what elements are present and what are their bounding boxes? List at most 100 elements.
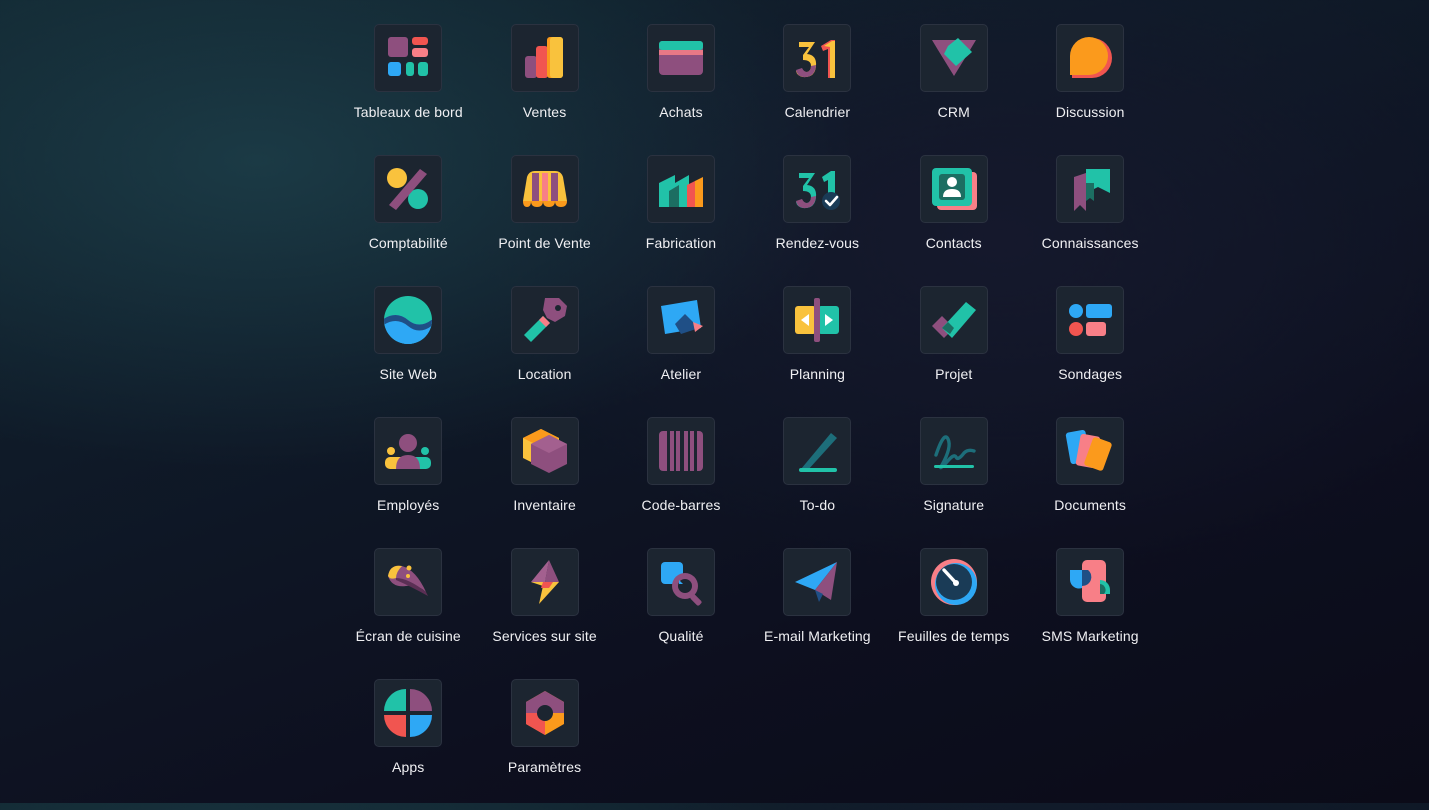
app-label: Fabrication (645, 235, 717, 251)
app-label: Site Web (379, 366, 437, 382)
app-barcode[interactable]: Code-barres (613, 417, 749, 548)
app-grid: Tableaux de bord Ventes Achats Calendrie… (340, 24, 1158, 810)
app-tile (374, 548, 443, 616)
app-workshop[interactable]: Atelier (613, 286, 749, 417)
app-tile (919, 286, 988, 354)
app-tile (1056, 155, 1125, 223)
app-tile (374, 24, 443, 92)
todo-icon (791, 425, 843, 477)
app-kitchen-display[interactable]: Écran de cuisine (340, 548, 476, 679)
settings-icon (519, 687, 571, 739)
app-label: Projet (935, 366, 973, 382)
app-settings[interactable]: Paramètres (476, 679, 612, 810)
app-planning[interactable]: Planning (749, 286, 885, 417)
app-dashboards[interactable]: Tableaux de bord (340, 24, 476, 155)
app-website[interactable]: Site Web (340, 286, 476, 417)
app-label: Tableaux de bord (353, 104, 463, 120)
app-tile (783, 548, 852, 616)
app-label: Achats (659, 104, 703, 120)
signature-icon (928, 425, 980, 477)
manufacturing-icon (655, 163, 707, 215)
app-inventory[interactable]: Inventaire (476, 417, 612, 548)
app-email-marketing[interactable]: E-mail Marketing (749, 548, 885, 679)
app-contacts[interactable]: Contacts (886, 155, 1022, 286)
rental-icon (519, 294, 571, 346)
app-tile (510, 286, 579, 354)
app-label: Qualité (658, 628, 704, 644)
app-tile (646, 548, 715, 616)
app-label: Connaissances (1041, 235, 1139, 251)
apps-icon (382, 687, 434, 739)
sales-icon (519, 32, 571, 84)
inventory-icon (519, 425, 571, 477)
app-crm[interactable]: CRM (886, 24, 1022, 155)
website-icon (382, 294, 434, 346)
app-label: To-do (799, 497, 836, 513)
app-tile (510, 417, 579, 485)
app-field-service[interactable]: Services sur site (476, 548, 612, 679)
app-manufacturing[interactable]: Fabrication (613, 155, 749, 286)
app-point-of-sale[interactable]: Point de Vente (476, 155, 612, 286)
app-knowledge[interactable]: Connaissances (1022, 155, 1158, 286)
employees-icon (382, 425, 434, 477)
app-todo[interactable]: To-do (749, 417, 885, 548)
field-service-icon (519, 556, 571, 608)
quality-icon (655, 556, 707, 608)
app-tile (1056, 417, 1125, 485)
app-tile (374, 417, 443, 485)
app-label: Employés (377, 497, 440, 513)
app-accounting[interactable]: Comptabilité (340, 155, 476, 286)
app-discussion[interactable]: Discussion (1022, 24, 1158, 155)
app-label: Comptabilité (368, 235, 448, 251)
app-tile (783, 24, 852, 92)
sms-marketing-icon (1064, 556, 1116, 608)
project-icon (928, 294, 980, 346)
app-documents[interactable]: Documents (1022, 417, 1158, 548)
app-label: Services sur site (492, 628, 597, 644)
app-label: Paramètres (507, 759, 582, 775)
app-tile (510, 155, 579, 223)
calendar-icon (791, 32, 843, 84)
app-tile (510, 548, 579, 616)
app-appointment[interactable]: Rendez-vous (749, 155, 885, 286)
knowledge-icon (1064, 163, 1116, 215)
app-label: Planning (789, 366, 846, 382)
app-calendar[interactable]: Calendrier (749, 24, 885, 155)
discussion-icon (1064, 32, 1116, 84)
app-tile (646, 24, 715, 92)
app-purchase[interactable]: Achats (613, 24, 749, 155)
app-tile (510, 679, 579, 747)
app-label: Location (517, 366, 572, 382)
app-label: Signature (923, 497, 985, 513)
app-label: Calendrier (784, 104, 851, 120)
app-sales[interactable]: Ventes (476, 24, 612, 155)
app-tile (1056, 548, 1125, 616)
app-surveys[interactable]: Sondages (1022, 286, 1158, 417)
app-tile (374, 679, 443, 747)
app-tile (919, 548, 988, 616)
app-label: Contacts (925, 235, 982, 251)
app-signature[interactable]: Signature (886, 417, 1022, 548)
app-tile (783, 286, 852, 354)
app-label: Écran de cuisine (355, 628, 461, 644)
appointment-icon (791, 163, 843, 215)
app-tile (646, 417, 715, 485)
app-timesheets[interactable]: Feuilles de temps (886, 548, 1022, 679)
app-tile (919, 417, 988, 485)
app-label: Rendez-vous (775, 235, 860, 251)
app-label: Point de Vente (498, 235, 591, 251)
app-label: Sondages (1058, 366, 1123, 382)
app-label: SMS Marketing (1041, 628, 1139, 644)
dashboard-icon (382, 32, 434, 84)
app-quality[interactable]: Qualité (613, 548, 749, 679)
app-tile (646, 155, 715, 223)
app-rental[interactable]: Location (476, 286, 612, 417)
app-employees[interactable]: Employés (340, 417, 476, 548)
app-sms-marketing[interactable]: SMS Marketing (1022, 548, 1158, 679)
app-apps[interactable]: Apps (340, 679, 476, 810)
app-tile (1056, 24, 1125, 92)
app-project[interactable]: Projet (886, 286, 1022, 417)
app-tile (919, 155, 988, 223)
accounting-icon (382, 163, 434, 215)
email-marketing-icon (791, 556, 843, 608)
